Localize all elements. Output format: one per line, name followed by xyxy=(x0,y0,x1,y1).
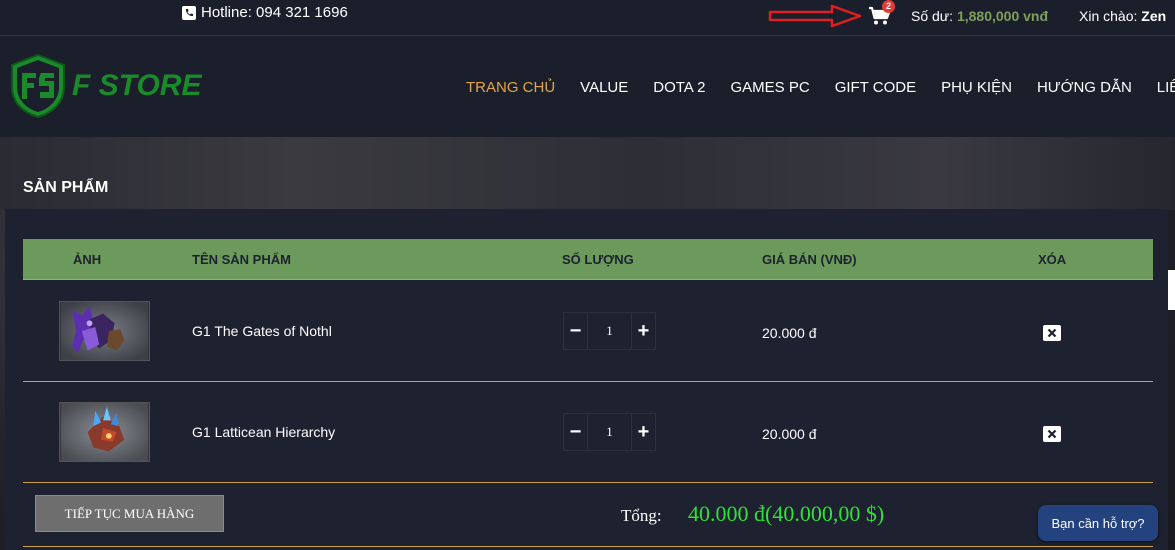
product-name[interactable]: G1 The Gates of Nothl xyxy=(192,323,332,339)
cart-footer: TIẾP TỤC MUA HÀNG Tổng: 40.000 đ(40.000,… xyxy=(23,483,1153,547)
nav-lien-he[interactable]: LIÊN HỆ xyxy=(1157,79,1175,96)
hotline-text: Hotline: 094 321 1696 xyxy=(201,4,348,21)
balance-value: 1,880,000 vnđ xyxy=(956,8,1049,24)
delete-icon[interactable] xyxy=(1043,426,1061,442)
nav-value[interactable]: VALUE xyxy=(580,79,628,96)
quantity-stepper: − 1 + xyxy=(563,413,656,451)
user-name[interactable]: Zen xyxy=(1141,8,1166,24)
table-row: G1 Latticean Hierarchy − 1 + 20.000 đ xyxy=(23,382,1153,483)
nav-dota-2[interactable]: DOTA 2 xyxy=(653,79,705,96)
product-price: 20.000 đ xyxy=(762,426,817,442)
balance: Số dư: 1,880,000 vnđ xyxy=(911,8,1048,24)
decrease-button[interactable]: − xyxy=(564,414,588,450)
nav-games-pc[interactable]: GAMES PC xyxy=(731,79,810,96)
increase-button[interactable]: + xyxy=(631,313,655,349)
col-delete: XÓA xyxy=(1038,252,1067,267)
continue-shopping-button[interactable]: TIẾP TỤC MUA HÀNG xyxy=(35,495,224,532)
cart-count-badge: 2 xyxy=(882,0,895,13)
col-quantity: SỐ LƯỢNG xyxy=(562,252,634,267)
col-image: ẢNH xyxy=(73,252,102,267)
greeting: Xin chào: Zen xyxy=(1079,8,1166,24)
logo-text: F STORE xyxy=(72,69,202,102)
table-row: G1 The Gates of Nothl − 1 + 20.000 đ xyxy=(23,281,1153,382)
col-product-name: TÊN SẢN PHẨM xyxy=(192,252,291,267)
header: F STORE TRANG CHỦ VALUE DOTA 2 GAMES PC … xyxy=(0,37,1175,137)
main-nav: TRANG CHỦ VALUE DOTA 2 GAMES PC GIFT COD… xyxy=(466,79,1175,96)
phone-icon xyxy=(182,5,196,20)
scrollbar[interactable] xyxy=(1168,270,1175,310)
shield-logo-icon xyxy=(11,53,65,119)
delete-icon[interactable] xyxy=(1043,325,1061,341)
support-chat-button[interactable]: Bạn cần hỗ trợ? xyxy=(1038,505,1158,541)
total-label: Tổng: xyxy=(621,506,662,525)
product-thumbnail[interactable] xyxy=(59,301,150,361)
product-thumbnail[interactable] xyxy=(59,402,150,462)
nav-trang-chu[interactable]: TRANG CHỦ xyxy=(466,79,555,96)
banner-strip xyxy=(0,137,1175,210)
greeting-label: Xin chào: xyxy=(1079,8,1138,24)
product-price: 20.000 đ xyxy=(762,325,817,341)
total-value: 40.000 đ(40.000,00 $) xyxy=(688,501,885,526)
logo[interactable]: F STORE xyxy=(10,53,201,119)
decrease-button[interactable]: − xyxy=(564,313,588,349)
quantity-value[interactable]: 1 xyxy=(588,313,631,349)
nav-phu-kien[interactable]: PHỤ KIỆN xyxy=(941,79,1012,96)
hotline: Hotline: 094 321 1696 xyxy=(182,4,348,21)
red-arrow-icon xyxy=(768,4,862,28)
quantity-value[interactable]: 1 xyxy=(588,414,631,450)
section-title: SẢN PHẨM xyxy=(23,179,109,196)
nav-huong-dan[interactable]: HƯỚNG DẪN xyxy=(1037,79,1132,96)
increase-button[interactable]: + xyxy=(631,414,655,450)
table-header: ẢNH TÊN SẢN PHẨM SỐ LƯỢNG GIÁ BÁN (VNĐ) … xyxy=(23,239,1153,280)
top-bar: Hotline: 094 321 1696 2 Số dư: 1,880,000… xyxy=(0,0,1175,36)
balance-label: Số dư: xyxy=(911,8,954,24)
product-name[interactable]: G1 Latticean Hierarchy xyxy=(192,424,335,440)
nav-gift-code[interactable]: GIFT CODE xyxy=(835,79,916,96)
quantity-stepper: − 1 + xyxy=(563,312,656,350)
col-price: GIÁ BÁN (VNĐ) xyxy=(762,252,857,267)
